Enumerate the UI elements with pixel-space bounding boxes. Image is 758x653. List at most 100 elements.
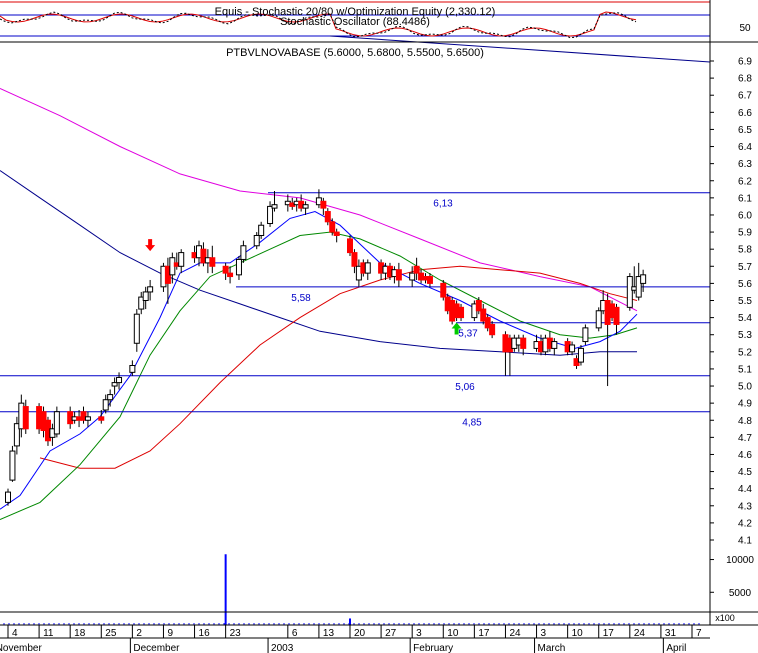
candle-down: [395, 269, 402, 281]
y-tick-label: 4.4: [738, 484, 752, 495]
candle-up: [302, 204, 309, 209]
candle-up: [582, 327, 589, 343]
x-tick-label: 18: [74, 628, 86, 639]
y-tick-label: 6.9: [738, 57, 752, 68]
x-tick-label: 4: [12, 628, 18, 639]
sell-arrow: [145, 239, 156, 252]
x-tick-label: 17: [478, 628, 490, 639]
candle-down: [347, 238, 353, 254]
candle-down: [324, 211, 331, 223]
candle-down: [329, 221, 336, 233]
y-tick-label: 4.9: [738, 399, 752, 410]
candle-up: [569, 344, 576, 353]
month-label: April: [666, 643, 686, 653]
candle-up: [551, 341, 558, 349]
y-tick-label: 5.5: [738, 296, 752, 307]
volume-panel: [3, 554, 700, 625]
y-tick-label: 6.7: [738, 91, 752, 102]
candle-up: [595, 310, 602, 329]
candle-up: [116, 376, 123, 384]
y-tick-label: 5.2: [738, 347, 752, 358]
x-tick-label: 27: [385, 628, 397, 639]
x-tick-label: 24: [509, 628, 521, 639]
volume-y-tick-label: 5000: [729, 588, 752, 599]
candle-up: [107, 394, 114, 401]
candle-up: [626, 276, 633, 308]
level-label: 5,58: [291, 293, 311, 304]
candle-up: [240, 245, 247, 260]
y-tick-label: 4.8: [738, 416, 752, 427]
x-tick-label: 25: [105, 628, 117, 639]
candle-up: [111, 382, 118, 387]
x-tick-label: 3: [541, 628, 547, 639]
candle-up: [640, 274, 647, 284]
y-tick-label: 6.0: [738, 210, 752, 221]
candle-up: [577, 347, 584, 363]
candle-up: [178, 252, 185, 267]
candle-down: [613, 306, 620, 325]
y-tick-label: 4.3: [738, 501, 752, 512]
y-tick-label: 6.4: [738, 142, 752, 153]
x-tick-label: 9: [167, 628, 173, 639]
month-label: February: [413, 643, 453, 653]
x-tick-label: 31: [665, 628, 677, 639]
level-label: 5,37: [458, 329, 478, 340]
candle-up: [271, 204, 278, 209]
volume-y-tick-label: 10000: [726, 555, 754, 566]
candle-down: [351, 252, 358, 267]
month-label: 2003: [271, 643, 294, 653]
candle-up: [142, 291, 149, 302]
candle-up: [129, 365, 136, 373]
candle-down: [209, 257, 216, 267]
x-tick-label: 17: [603, 628, 615, 639]
stochastic-axis-label: 50: [739, 23, 751, 34]
y-tick-label: 6.5: [738, 125, 752, 136]
candle-down: [98, 416, 105, 421]
candle-down: [520, 337, 527, 349]
y-tick-label: 5.1: [738, 364, 752, 375]
x-tick-label: 20: [354, 628, 366, 639]
candle-down: [426, 276, 433, 284]
x-tick-label: 10: [572, 628, 584, 639]
candle-up: [258, 224, 265, 236]
candle-up: [9, 450, 16, 481]
y-tick-label: 5.7: [738, 262, 752, 273]
y-tick-label: 5.8: [738, 245, 752, 256]
ma-blue-line: [0, 210, 638, 510]
x-tick-label: 23: [230, 628, 242, 639]
candle-up: [84, 416, 91, 421]
level-label: 4,85: [462, 418, 482, 429]
x-tick-label: 10: [447, 628, 459, 639]
x-tick-label: 13: [323, 628, 335, 639]
candle-down: [458, 306, 465, 319]
y-tick-label: 6.3: [738, 159, 752, 170]
y-tick-label: 5.9: [738, 228, 752, 239]
month-label: December: [133, 643, 180, 653]
x-tick-label: 24: [634, 628, 646, 639]
y-tick-label: 4.6: [738, 450, 752, 461]
y-tick-label: 6.2: [738, 176, 752, 187]
level-label: 6,13: [433, 199, 453, 210]
x-tick-label: 6: [292, 628, 298, 639]
y-tick-label: 4.7: [738, 433, 752, 444]
candle-down: [413, 265, 420, 274]
candle-down: [22, 406, 29, 430]
y-tick-label: 5.0: [738, 382, 752, 393]
candle-up: [364, 262, 371, 274]
x-tick-label: 7: [696, 628, 702, 639]
candle-down: [320, 200, 327, 209]
candle-up: [133, 313, 140, 344]
candle-down: [222, 265, 229, 274]
y-tick-label: 5.6: [738, 279, 752, 290]
month-label: March: [538, 643, 566, 653]
y-tick-label: 4.1: [738, 536, 752, 547]
x-tick-label: 16: [199, 628, 211, 639]
x-tick-label: 2: [136, 628, 142, 639]
price-title: PTBVLNOVABASE (5.6000, 5.6800, 5.5500, 5…: [226, 47, 484, 59]
candle-down: [333, 231, 340, 236]
y-tick-label: 6.1: [738, 193, 752, 204]
month-label: November: [0, 643, 42, 653]
candle-up: [147, 286, 154, 293]
candle-down: [489, 323, 496, 336]
candle-down: [227, 272, 234, 278]
